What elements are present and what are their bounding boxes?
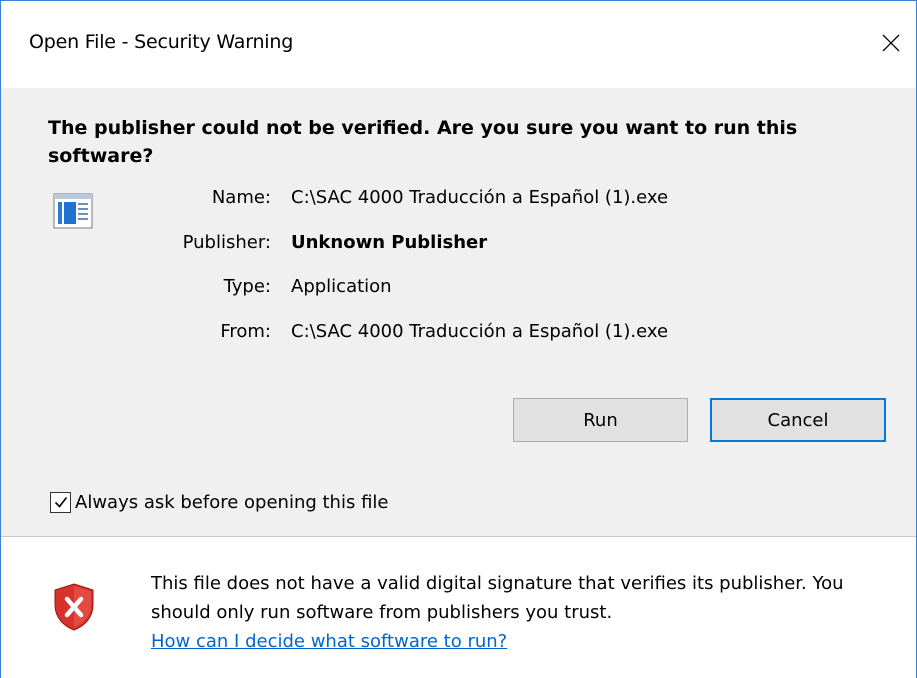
detail-value: Application — [291, 276, 392, 297]
title-bar: Open File - Security Warning — [1, 1, 916, 88]
signature-warning-text: This file does not have a valid digital … — [151, 573, 844, 623]
help-link[interactable]: How can I decide what software to run? — [151, 631, 507, 652]
close-icon — [882, 34, 900, 52]
shield-error-icon — [54, 583, 94, 631]
checkmark-icon — [54, 497, 67, 508]
always-ask-label: Always ask before opening this file — [75, 491, 389, 513]
window-title: Open File - Security Warning — [29, 31, 294, 53]
detail-value: C:\SAC 4000 Traducción a Español (1).exe — [291, 321, 669, 342]
detail-label: Publisher: — [182, 232, 271, 253]
detail-label: From: — [220, 321, 271, 342]
detail-label: Name: — [211, 187, 271, 208]
detail-label: Type: — [223, 276, 271, 297]
detail-value: C:\SAC 4000 Traducción a Español (1).exe — [291, 187, 669, 208]
close-button[interactable] — [871, 23, 911, 63]
detail-value: Unknown Publisher — [291, 232, 488, 253]
warning-headline: The publisher could not be verified. Are… — [48, 117, 798, 167]
cancel-button[interactable]: Cancel — [710, 398, 886, 442]
footer-message: This file does not have a valid digital … — [151, 569, 891, 656]
always-ask-checkbox-row[interactable]: Always ask before opening this file — [50, 489, 388, 515]
run-button[interactable]: Run — [513, 398, 688, 442]
always-ask-checkbox[interactable] — [50, 491, 71, 513]
security-warning-dialog: Open File - Security Warning The publish… — [0, 0, 917, 678]
